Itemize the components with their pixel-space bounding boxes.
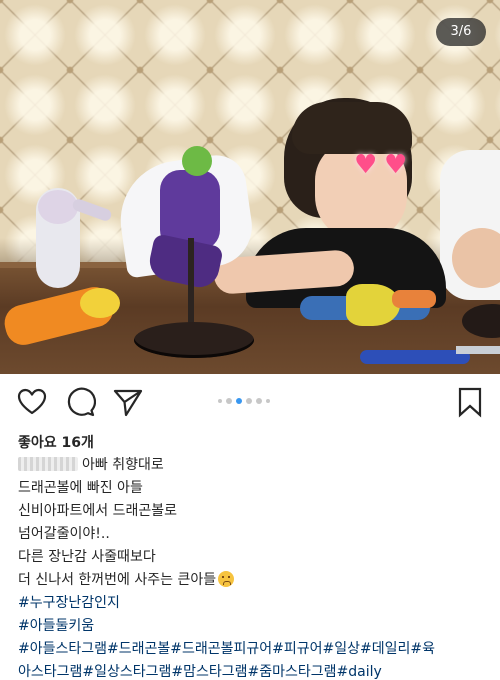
caption-line: 다른 장난감 사줄때보다: [18, 549, 156, 565]
like-count[interactable]: 좋아요 16개: [18, 432, 94, 452]
speech-bubble-icon[interactable]: [64, 386, 96, 418]
weary-face-emoji-icon: [218, 571, 235, 587]
caption-line: 더 신나서 한꺼번에 사주는 큰아들: [18, 569, 488, 592]
child-bangs: [292, 102, 412, 154]
caped-figure-head: [182, 146, 212, 176]
caption-text: 더 신나서 한꺼번에 사주는 큰아들: [18, 572, 217, 588]
heart-outline-icon[interactable]: [16, 386, 48, 418]
caption-line: 넘어갈줄이야!..: [18, 526, 110, 542]
caption-line: 아빠 취향대로: [18, 454, 488, 477]
figure-stand-base: [134, 322, 254, 358]
hashtag-link[interactable]: #아들둘키움: [18, 615, 488, 638]
carousel-dot: [226, 398, 232, 404]
bookmark-icon[interactable]: [454, 386, 486, 418]
blurred-username[interactable]: [18, 457, 78, 471]
hashtag-link[interactable]: #아들스타그램#드래곤볼#드래곤볼피규어#피규어#일상#데일리#육: [18, 638, 488, 661]
heart-emoji-icon: ♥: [354, 150, 378, 180]
caption-line: 신비아파트에서 드래곤볼로: [18, 503, 178, 519]
carousel-dot: [256, 398, 262, 404]
carousel-dot-active: [236, 398, 242, 404]
paper-plane-icon[interactable]: [112, 386, 144, 418]
carousel-dot: [218, 399, 222, 403]
scissors-handle: [360, 350, 470, 364]
carousel-dot: [246, 398, 252, 404]
scissors-blade: [456, 346, 500, 354]
heart-emoji-icon: ♥: [384, 150, 408, 180]
post-caption: 아빠 취향대로 드래곤볼에 빠진 아들 신비아파트에서 드래곤볼로 넘어갈줄이야…: [18, 454, 488, 680]
post-photo[interactable]: ♥ ♥ 3/6: [0, 0, 500, 374]
carousel-dot: [266, 399, 270, 403]
post-action-bar: [0, 378, 500, 424]
lying-figure-legs: [392, 290, 436, 308]
caption-line: 드래곤볼에 빠진 아들: [18, 480, 143, 496]
hashtag-link[interactable]: #누구장난감인지: [18, 592, 488, 615]
hashtag-link[interactable]: 아스타그램#일상스타그램#맘스타그램#줌마스타그램#daily: [18, 661, 488, 680]
orange-figure-hair: [80, 288, 120, 318]
lying-figure-hair: [346, 284, 400, 326]
carousel-page-counter: 3/6: [436, 18, 486, 46]
carousel-indicator: [218, 398, 270, 406]
caption-text: 아빠 취향대로: [82, 457, 164, 473]
